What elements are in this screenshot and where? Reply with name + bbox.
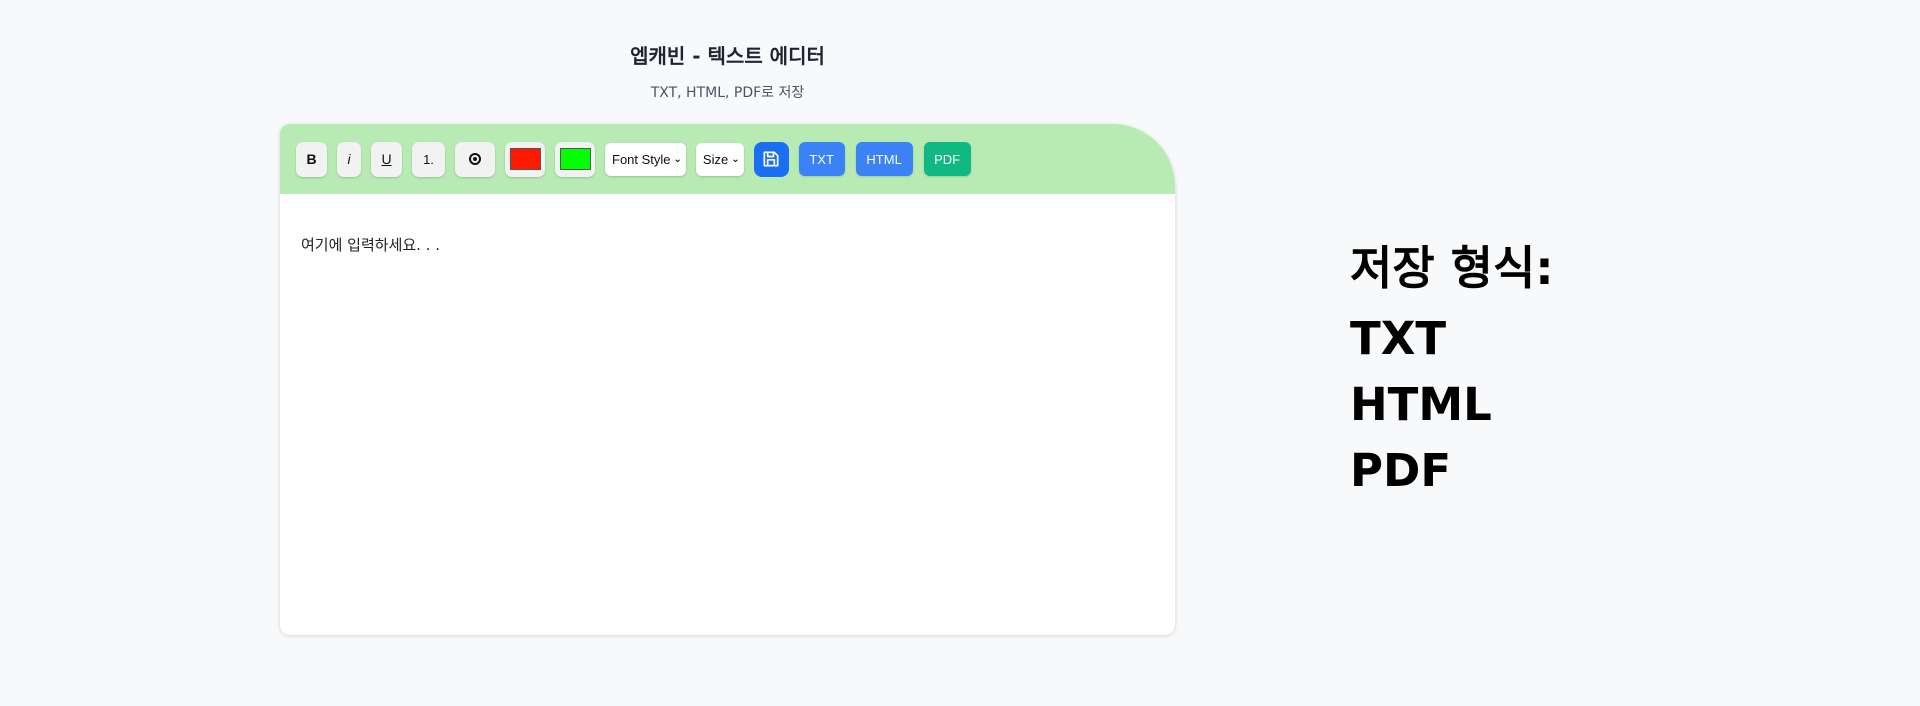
format-item-txt: TXT — [1350, 312, 1447, 365]
format-item-pdf: PDF — [1350, 444, 1452, 497]
italic-button[interactable]: i — [337, 141, 361, 177]
page: 엡캐빈 - 텍스트 에디터 TXT, HTML, PDF로 저장 B i U 1… — [0, 0, 1920, 706]
editor-card: B i U 1. Font Style ⌄ Size ⌄ TXT HTML PD… — [280, 124, 1175, 635]
ordered-list-button[interactable]: 1. — [412, 141, 445, 177]
editor-toolbar: B i U 1. Font Style ⌄ Size ⌄ TXT HTML PD… — [280, 124, 1175, 194]
chevron-down-icon: ⌄ — [731, 153, 740, 165]
bullet-list-button[interactable] — [455, 141, 495, 177]
font-style-select[interactable]: Font Style ⌄ — [605, 142, 686, 176]
page-subtitle: TXT, HTML, PDF로 저장 — [650, 85, 805, 101]
highlight-color-swatch — [559, 148, 591, 170]
font-style-select-value: Font Style — [612, 151, 671, 167]
export-pdf-button[interactable]: PDF — [923, 142, 971, 176]
bold-button[interactable]: B — [296, 141, 327, 177]
floppy-disk-icon — [763, 151, 779, 167]
save-formats-panel: 저장 형식: TXT HTML PDF — [1350, 240, 1554, 504]
underline-button[interactable]: U — [371, 141, 402, 177]
size-select-value: Size — [702, 151, 729, 167]
export-txt-button[interactable]: TXT — [798, 142, 845, 176]
editor-content-area[interactable]: 여기에 입력하세요. . . — [280, 194, 1175, 635]
size-select[interactable]: Size ⌄ — [695, 142, 744, 176]
export-html-button[interactable]: HTML — [855, 142, 913, 176]
save-button[interactable] — [753, 141, 789, 177]
editor-placeholder: 여기에 입력하세요. . . — [301, 236, 441, 254]
save-formats-title: 저장 형식: — [1350, 241, 1554, 295]
highlight-color-picker[interactable] — [555, 141, 595, 177]
chevron-down-icon: ⌄ — [673, 153, 682, 165]
format-item-html: HTML — [1350, 378, 1492, 431]
text-color-picker[interactable] — [505, 141, 545, 177]
radio-button-icon — [469, 153, 481, 165]
page-title: 엡캐빈 - 텍스트 에디터 — [630, 44, 825, 68]
text-color-swatch — [509, 148, 541, 170]
